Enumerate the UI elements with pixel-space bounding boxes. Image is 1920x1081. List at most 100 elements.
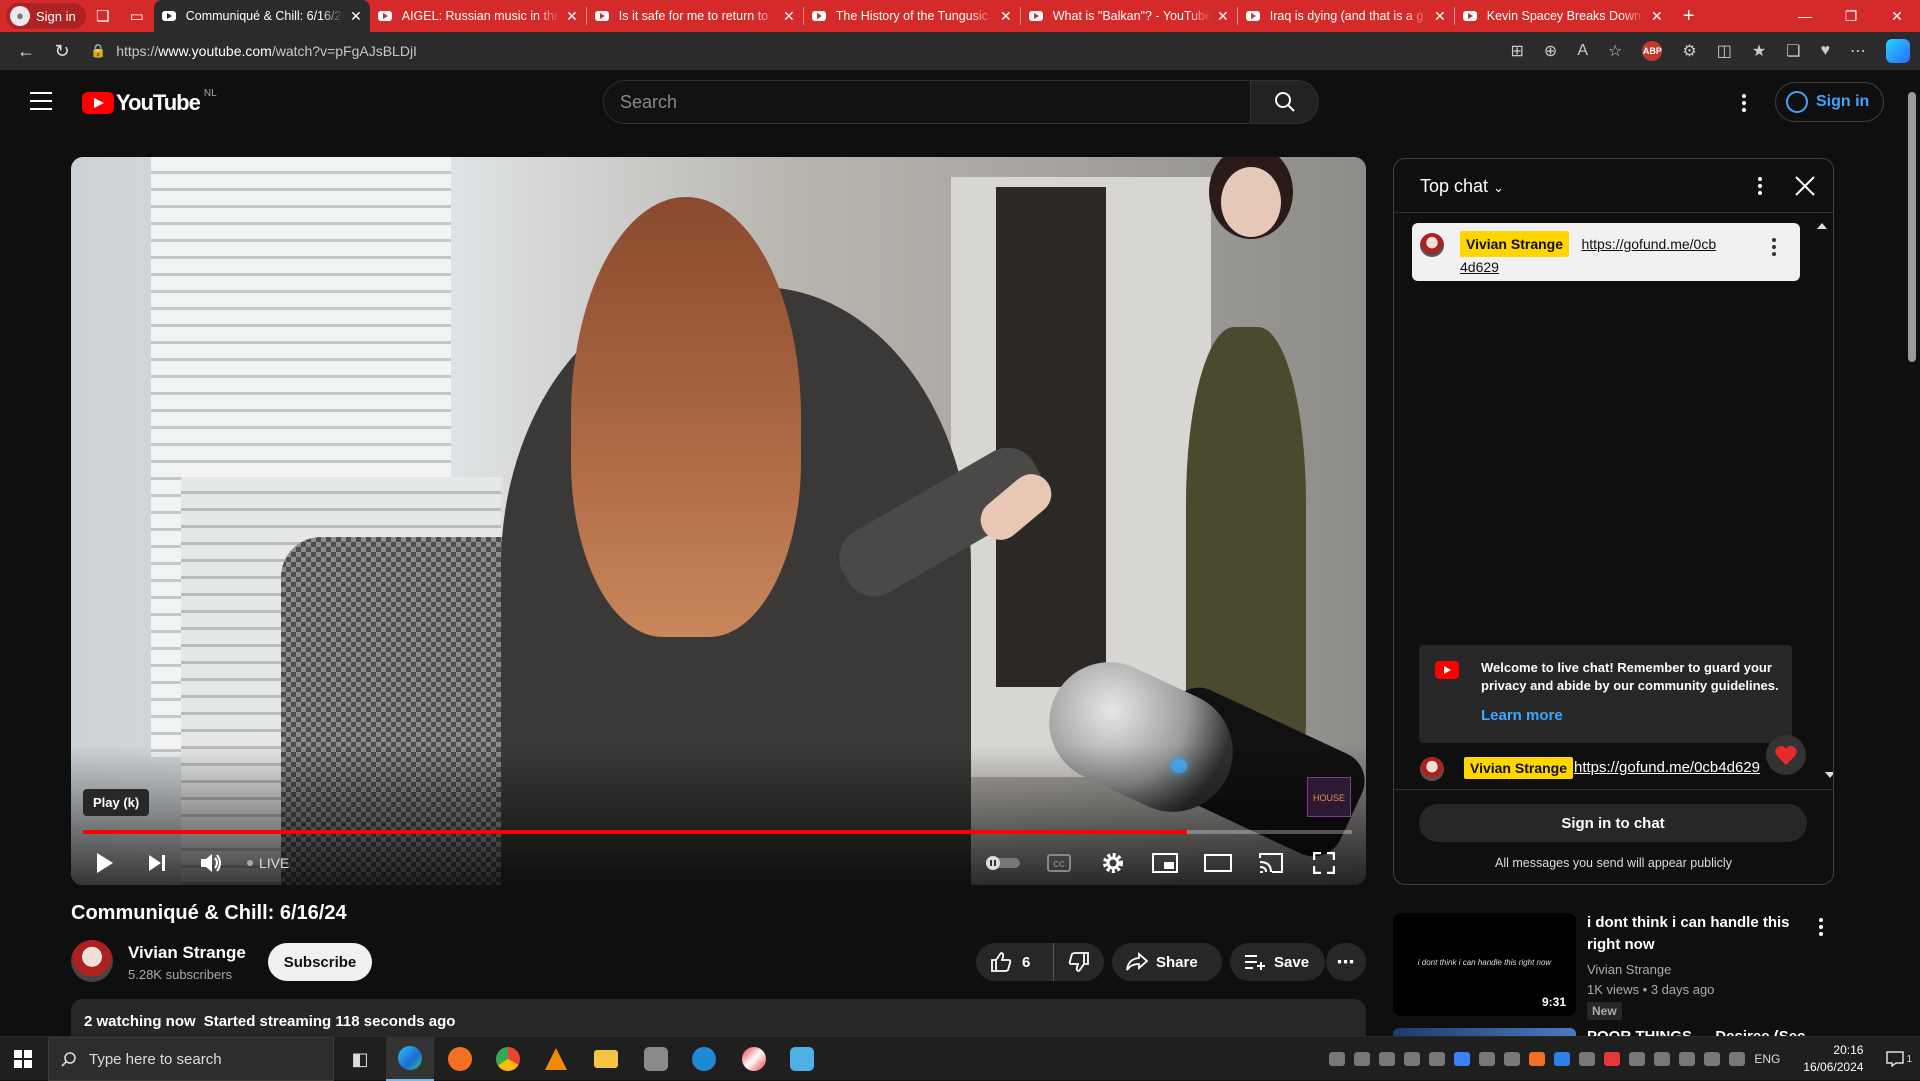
read-aloud-icon[interactable]: A: [1577, 42, 1588, 60]
tray-app-icon[interactable]: [1379, 1052, 1396, 1066]
notification-center[interactable]: 1: [1886, 1051, 1912, 1067]
autoplay-toggle[interactable]: [983, 843, 1023, 883]
volume-button[interactable]: [191, 843, 231, 883]
app-icon-7[interactable]: [680, 1037, 728, 1081]
tray-app-icon[interactable]: [1404, 1052, 1421, 1066]
page-scrollbar[interactable]: [1904, 70, 1920, 1036]
tray-app-icon[interactable]: [1354, 1052, 1371, 1066]
chat-scrollbar[interactable]: [1817, 223, 1827, 783]
browser-tab-5[interactable]: What is "Balkan"? - YouTube ✕: [1021, 0, 1237, 32]
workspaces-icon[interactable]: ❏: [86, 0, 120, 32]
tray-app-icon[interactable]: [1679, 1052, 1696, 1066]
pinned-link-continued[interactable]: 4d629: [1460, 259, 1499, 275]
close-tab-icon[interactable]: ✕: [1217, 8, 1229, 25]
youtube-logo[interactable]: YouTube NL: [82, 88, 217, 116]
split-screen-icon[interactable]: ◫: [1717, 41, 1732, 61]
performance-icon[interactable]: ♥: [1821, 42, 1831, 60]
favorite-star-icon[interactable]: ☆: [1608, 41, 1622, 61]
scrollbar-thumb[interactable]: [1908, 92, 1916, 362]
close-tab-icon[interactable]: ✕: [783, 8, 795, 25]
save-button[interactable]: Save: [1230, 943, 1325, 981]
close-tab-icon[interactable]: ✕: [566, 8, 578, 25]
close-window-icon[interactable]: ✕: [1874, 0, 1920, 32]
tray-app-icon[interactable]: [1629, 1052, 1646, 1066]
avast-app-icon[interactable]: [436, 1037, 484, 1081]
channel-avatar[interactable]: [71, 940, 113, 982]
pinned-message[interactable]: Vivian Strange https://gofund.me/0cb 4d6…: [1412, 223, 1800, 281]
edge-app-icon[interactable]: [386, 1037, 434, 1081]
tray-app-icon[interactable]: [1479, 1052, 1496, 1066]
share-button[interactable]: Share: [1112, 943, 1222, 981]
browser-tab-1[interactable]: Communiqué & Chill: 6/16/24 ✕: [153, 0, 370, 32]
battery-icon[interactable]: [1729, 1052, 1746, 1066]
tray-app-icon[interactable]: [1554, 1052, 1571, 1066]
top-chat-dropdown[interactable]: Top chat ⌄: [1420, 176, 1504, 197]
tab-actions-icon[interactable]: ▭: [120, 0, 154, 32]
back-arrow-icon[interactable]: ←: [8, 41, 44, 62]
like-button[interactable]: 6: [976, 943, 1054, 981]
tray-app-icon[interactable]: [1429, 1052, 1446, 1066]
search-button[interactable]: [1251, 80, 1319, 124]
recommendation-channel[interactable]: Vivian Strange: [1587, 962, 1671, 977]
browser-tab-2[interactable]: AIGEL: Russian music in the T ✕: [370, 0, 586, 32]
live-indicator[interactable]: LIVE: [247, 843, 289, 883]
taskbar-search[interactable]: Type here to search: [48, 1037, 334, 1081]
browser-profile-button[interactable]: ● Sign in: [6, 3, 86, 29]
learn-more-link[interactable]: Learn more: [1481, 707, 1563, 724]
message-link[interactable]: https://gofund.me/0cb4d629: [1574, 759, 1760, 776]
chat-options-icon[interactable]: [1758, 177, 1762, 195]
tray-app-icon[interactable]: [1579, 1052, 1596, 1066]
url-field[interactable]: 🔒 https://www.youtube.com/watch?v=pFgAJs…: [90, 36, 1350, 66]
chat-message[interactable]: Vivian Strange https://gofund.me/0cb4d62…: [1394, 749, 1820, 789]
recommendation-thumbnail[interactable]: i dont think i can handle this right now…: [1393, 913, 1576, 1016]
channel-name[interactable]: Vivian Strange: [128, 943, 246, 963]
close-tab-icon[interactable]: ✕: [350, 8, 362, 25]
next-button[interactable]: [137, 843, 177, 883]
pinned-menu-icon[interactable]: [1772, 238, 1776, 256]
close-chat-icon[interactable]: [1794, 175, 1816, 197]
app-install-icon[interactable]: ⊞: [1511, 41, 1524, 61]
reaction-heart-button[interactable]: [1766, 735, 1806, 775]
video-player[interactable]: HOUSE Play (k) LIVE CC: [71, 157, 1366, 885]
captions-button[interactable]: CC: [1039, 843, 1079, 883]
channel-watermark[interactable]: HOUSE: [1307, 777, 1351, 817]
file-explorer-icon[interactable]: [582, 1037, 630, 1081]
restore-icon[interactable]: ❐: [1828, 0, 1874, 32]
scroll-down-icon[interactable]: [1825, 772, 1833, 778]
browser-tab-7[interactable]: Kevin Spacey Breaks Down A ✕: [1455, 0, 1671, 32]
input-language[interactable]: ENG: [1754, 1052, 1780, 1066]
app-icon-8[interactable]: [730, 1037, 778, 1081]
message-author-tag[interactable]: Vivian Strange: [1464, 757, 1574, 779]
taskbar-clock[interactable]: 20:16 16/06/2024: [1803, 1042, 1863, 1076]
miniplayer-button[interactable]: [1145, 843, 1185, 883]
collections-icon[interactable]: ❏: [1786, 41, 1800, 61]
progress-bar[interactable]: [83, 830, 1352, 834]
close-tab-icon[interactable]: ✕: [1434, 8, 1446, 25]
subscribe-button[interactable]: Subscribe: [268, 943, 372, 981]
minimize-icon[interactable]: —: [1782, 0, 1828, 32]
app-icon-6[interactable]: [632, 1037, 680, 1081]
recommendation-menu-icon[interactable]: [1819, 918, 1823, 936]
cast-button[interactable]: [1251, 843, 1291, 883]
volume-tray-icon[interactable]: [1654, 1052, 1671, 1066]
tray-app-icon[interactable]: [1604, 1052, 1621, 1066]
vlc-app-icon[interactable]: [532, 1037, 580, 1081]
more-actions-button[interactable]: ⋯: [1326, 943, 1366, 981]
menu-hamburger-icon[interactable]: [30, 92, 52, 110]
windows-start-icon[interactable]: [14, 1050, 32, 1068]
wifi-icon[interactable]: [1704, 1052, 1721, 1066]
tray-app-icon[interactable]: [1504, 1052, 1521, 1066]
pinned-link[interactable]: https://gofund.me/0cb: [1581, 236, 1716, 252]
fullscreen-button[interactable]: [1304, 843, 1344, 883]
scroll-up-icon[interactable]: [1817, 223, 1827, 229]
close-tab-icon[interactable]: ✕: [1651, 8, 1663, 25]
more-options-icon[interactable]: ⋯: [1850, 41, 1866, 61]
dislike-button[interactable]: [1054, 943, 1104, 981]
close-tab-icon[interactable]: ✕: [1000, 8, 1012, 25]
refresh-icon[interactable]: ↻: [44, 41, 80, 62]
settings-button[interactable]: [1093, 843, 1133, 883]
favorites-icon[interactable]: ★: [1752, 41, 1766, 61]
tray-app-icon[interactable]: [1529, 1052, 1546, 1066]
sign-in-button[interactable]: Sign in: [1775, 82, 1885, 122]
zoom-icon[interactable]: ⊕: [1544, 41, 1557, 61]
